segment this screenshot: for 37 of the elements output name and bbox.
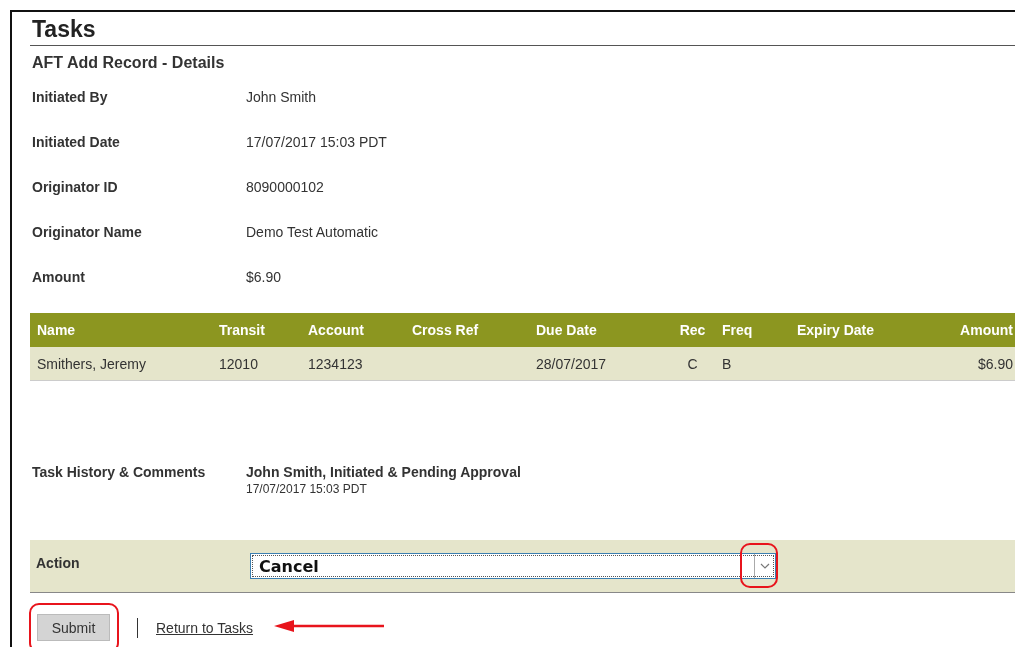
column-header: Due Date bbox=[536, 322, 597, 338]
field-label: Amount bbox=[32, 268, 85, 287]
column-header: Cross Ref bbox=[412, 322, 479, 338]
field-value: $6.90 bbox=[246, 268, 282, 287]
table-cell: 12010 bbox=[219, 355, 258, 372]
history-label: Task History & Comments bbox=[32, 464, 206, 482]
table-cell: C bbox=[687, 355, 698, 372]
field-value: 17/07/2017 15:03 PDT bbox=[246, 133, 387, 152]
field-label: Initiated Date bbox=[32, 133, 120, 152]
highlight-ring bbox=[740, 543, 778, 588]
page-title: Tasks bbox=[30, 12, 1015, 46]
return-link[interactable]: Return to Tasks bbox=[156, 619, 253, 636]
action-label: Action bbox=[35, 555, 81, 571]
history-entry: John Smith, Initiated & Pending Approval bbox=[246, 464, 521, 480]
section-title: AFT Add Record - Details bbox=[32, 54, 225, 72]
table-cell: Smithers, Jeremy bbox=[37, 355, 146, 372]
field-label: Originator ID bbox=[32, 178, 118, 197]
column-header: Transit bbox=[219, 322, 265, 338]
column-header: Expiry Date bbox=[797, 322, 875, 338]
table-cell: $6.90 bbox=[977, 355, 1013, 372]
submit-button[interactable]: Submit bbox=[37, 614, 110, 641]
column-header: Name bbox=[37, 322, 76, 338]
column-header: Account bbox=[308, 322, 364, 338]
column-header: Rec bbox=[679, 322, 706, 338]
field-value: John Smith bbox=[246, 88, 317, 107]
field-label: Initiated By bbox=[32, 88, 108, 107]
column-header: Freq bbox=[722, 322, 753, 338]
table-cell: B bbox=[722, 355, 732, 372]
action-select[interactable]: Cancel bbox=[250, 553, 776, 579]
history-time: 17/07/2017 15:03 PDT bbox=[246, 482, 367, 496]
field-value: Demo Test Automatic bbox=[246, 223, 379, 242]
field-value: 8090000102 bbox=[246, 178, 324, 197]
column-header: Amount bbox=[960, 322, 1013, 338]
table-cell: 1234123 bbox=[308, 355, 363, 372]
field-label: Originator Name bbox=[32, 223, 142, 242]
chevron-down-icon bbox=[760, 563, 770, 569]
table-cell: 28/07/2017 bbox=[536, 355, 607, 372]
